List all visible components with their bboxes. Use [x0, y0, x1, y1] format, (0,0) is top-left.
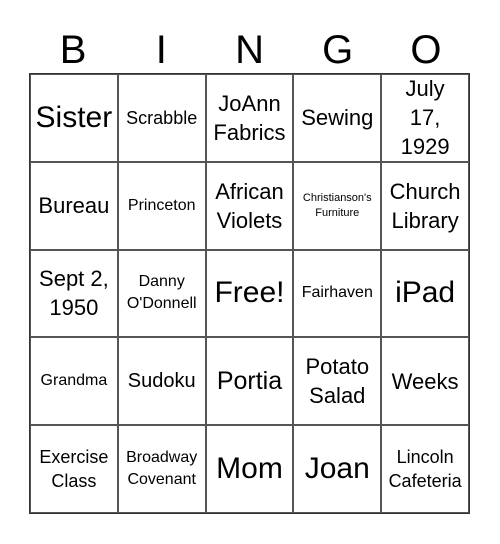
bingo-cell[interactable]: Fairhaven: [293, 249, 382, 338]
bingo-cell[interactable]: Portia: [205, 337, 294, 426]
bingo-cell[interactable]: Sewing: [293, 74, 382, 162]
free-space[interactable]: Free!: [205, 249, 294, 338]
bingo-cell[interactable]: Sister: [30, 74, 118, 162]
bingo-cell[interactable]: Sudoku: [117, 337, 206, 426]
bingo-cell[interactable]: JoAnn Fabrics: [205, 74, 294, 162]
header-letter-b: B: [59, 28, 87, 72]
bingo-header: B I N G O: [29, 28, 470, 72]
bingo-cell[interactable]: Broadway Covenant: [117, 425, 206, 513]
bingo-cell[interactable]: African Violets: [205, 161, 294, 250]
header-letter-o: O: [410, 28, 442, 72]
header-letter-g: G: [322, 28, 354, 72]
bingo-cell[interactable]: Bureau: [30, 161, 118, 250]
bingo-cell[interactable]: Exercise Class: [30, 425, 118, 513]
bingo-cell[interactable]: Christianson's Furniture: [293, 161, 382, 250]
bingo-cell[interactable]: July 17, 1929: [381, 74, 469, 162]
bingo-cell[interactable]: Princeton: [117, 161, 206, 250]
bingo-cell[interactable]: Church Library: [381, 161, 469, 250]
bingo-cell[interactable]: Potato Salad: [293, 337, 382, 426]
bingo-cell[interactable]: iPad: [381, 249, 469, 338]
bingo-cell[interactable]: Joan: [293, 425, 382, 513]
bingo-card: Sister Scrabble JoAnn Fabrics Sewing Jul…: [29, 73, 470, 514]
bingo-cell[interactable]: Weeks: [381, 337, 469, 426]
header-letter-i: I: [155, 28, 167, 72]
bingo-cell[interactable]: Grandma: [30, 337, 118, 426]
bingo-cell[interactable]: Lincoln Cafeteria: [381, 425, 469, 513]
header-letter-n: N: [235, 28, 264, 72]
bingo-cell[interactable]: Danny O'Donnell: [117, 249, 206, 338]
bingo-cell[interactable]: Sept 2, 1950: [30, 249, 118, 338]
bingo-cell[interactable]: Scrabble: [117, 74, 206, 162]
bingo-cell[interactable]: Mom: [205, 425, 294, 513]
